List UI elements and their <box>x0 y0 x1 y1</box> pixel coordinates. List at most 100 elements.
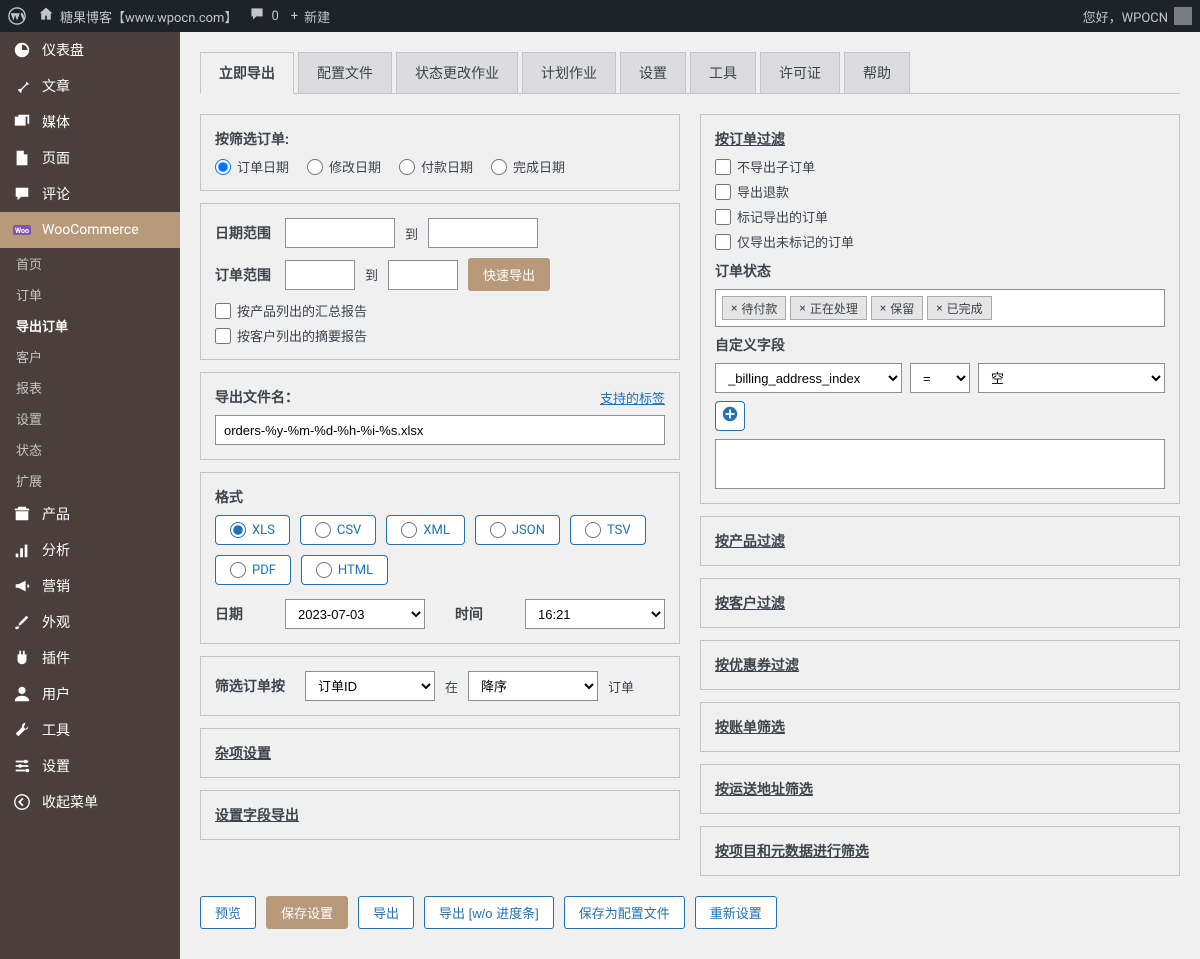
sidebar-item-marketing[interactable]: 营销 <box>0 568 180 604</box>
close-icon[interactable]: × <box>880 301 886 315</box>
time-select[interactable]: 16:21 <box>525 599 665 629</box>
order-from-input[interactable] <box>285 260 355 290</box>
date-from-input[interactable] <box>285 218 395 248</box>
comments-link[interactable]: 0 <box>249 6 278 26</box>
tag-completed[interactable]: ×已完成 <box>927 296 991 320</box>
sidebar-item-settings[interactable]: 设置 <box>0 748 180 784</box>
tab-export-now[interactable]: 立即导出 <box>200 52 294 94</box>
sort-dir-select[interactable]: 降序 <box>468 671 598 701</box>
sidebar-sub-status[interactable]: 状态 <box>0 434 180 465</box>
format-html[interactable]: HTML <box>301 555 388 585</box>
close-icon[interactable]: × <box>936 301 942 315</box>
order-to-input[interactable] <box>388 260 458 290</box>
check-mark-exported[interactable]: 标记导出的订单 <box>715 207 1165 226</box>
radio-modified-date[interactable]: 修改日期 <box>307 157 381 176</box>
panel-meta-filter[interactable]: 按项目和元数据进行筛选 <box>700 826 1180 876</box>
products-icon <box>12 504 32 524</box>
sidebar-item-appearance[interactable]: 外观 <box>0 604 180 640</box>
sidebar-sub-export-orders[interactable]: 导出订单 <box>0 310 180 341</box>
date-to-input[interactable] <box>428 218 538 248</box>
format-json[interactable]: JSON <box>475 515 560 545</box>
status-tags[interactable]: ×待付款 ×正在处理 ×保留 ×已完成 <box>715 289 1165 327</box>
preview-button[interactable]: 预览 <box>200 896 256 929</box>
custom-field-area[interactable] <box>715 439 1165 489</box>
panel-fields-export[interactable]: 设置字段导出 <box>200 790 680 840</box>
tab-help[interactable]: 帮助 <box>844 52 910 93</box>
tab-tools[interactable]: 工具 <box>690 52 756 93</box>
format-csv[interactable]: CSV <box>300 515 376 545</box>
cf-val-select[interactable]: 空 <box>978 363 1165 393</box>
close-icon[interactable]: × <box>799 301 805 315</box>
radio-paid-date[interactable]: 付款日期 <box>399 157 473 176</box>
new-content-link[interactable]: + 新建 <box>291 7 330 26</box>
sidebar-sub-customers[interactable]: 客户 <box>0 341 180 372</box>
tag-onhold[interactable]: ×保留 <box>871 296 923 320</box>
filename-input[interactable] <box>215 415 665 445</box>
check-summary-customer[interactable]: 按客户列出的摘要报告 <box>215 326 665 345</box>
site-home-link[interactable]: 糖果博客【www.wpocn.com】 <box>38 6 237 26</box>
panel-billing-filter[interactable]: 按账单筛选 <box>700 702 1180 752</box>
format-pdf[interactable]: PDF <box>215 555 291 585</box>
radio-order-date[interactable]: 订单日期 <box>215 157 289 176</box>
sidebar-item-media[interactable]: 媒体 <box>0 104 180 140</box>
plus-icon: + <box>291 9 298 24</box>
time-label: 时间 <box>455 604 515 624</box>
tag-processing[interactable]: ×正在处理 <box>790 296 866 320</box>
media-icon <box>12 112 32 132</box>
sidebar-collapse[interactable]: 收起菜单 <box>0 784 180 820</box>
sort-field-select[interactable]: 订单ID <box>305 671 435 701</box>
export-button[interactable]: 导出 <box>358 896 414 929</box>
sidebar-item-woocommerce[interactable]: WooWooCommerce <box>0 212 180 248</box>
check-refunds[interactable]: 导出退款 <box>715 182 1165 201</box>
save-settings-button[interactable]: 保存设置 <box>266 896 348 929</box>
check-summary-product[interactable]: 按产品列出的汇总报告 <box>215 301 665 320</box>
panel-shipping-filter[interactable]: 按运送地址筛选 <box>700 764 1180 814</box>
panel-customer-filter[interactable]: 按客户过滤 <box>700 578 1180 628</box>
sidebar-item-users[interactable]: 用户 <box>0 676 180 712</box>
format-xml[interactable]: XML <box>386 515 465 545</box>
format-xls[interactable]: XLS <box>215 515 290 545</box>
sidebar-item-comments[interactable]: 评论 <box>0 176 180 212</box>
sidebar-item-tools[interactable]: 工具 <box>0 712 180 748</box>
order-filter-title[interactable]: 按订单过滤 <box>715 129 1165 149</box>
supported-tags-link[interactable]: 支持的标签 <box>600 388 665 407</box>
fields-export-link[interactable]: 设置字段导出 <box>215 808 299 824</box>
reset-button[interactable]: 重新设置 <box>695 896 777 929</box>
tab-scheduled-jobs[interactable]: 计划作业 <box>522 52 616 93</box>
sidebar-sub-orders[interactable]: 订单 <box>0 279 180 310</box>
wp-logo-icon[interactable] <box>8 7 26 25</box>
misc-settings-link[interactable]: 杂项设置 <box>215 746 271 762</box>
radio-completed-date[interactable]: 完成日期 <box>491 157 565 176</box>
tab-license[interactable]: 许可证 <box>760 52 840 93</box>
sidebar-sub-reports[interactable]: 报表 <box>0 372 180 403</box>
user-greeting[interactable]: 您好，WPOCN <box>1083 7 1192 26</box>
panel-coupon-filter[interactable]: 按优惠券过滤 <box>700 640 1180 690</box>
sidebar-item-dashboard[interactable]: 仪表盘 <box>0 32 180 68</box>
cf-op-select[interactable]: = <box>910 363 970 393</box>
sidebar-sub-settings[interactable]: 设置 <box>0 403 180 434</box>
cf-field-select[interactable]: _billing_address_index <box>715 363 902 393</box>
sidebar-item-posts[interactable]: 文章 <box>0 68 180 104</box>
export-noprogress-button[interactable]: 导出 [w/o 进度条] <box>424 896 554 929</box>
tab-status-jobs[interactable]: 状态更改作业 <box>396 52 518 93</box>
date-select[interactable]: 2023-07-03 <box>285 599 425 629</box>
close-icon[interactable]: × <box>731 301 737 315</box>
tag-pending[interactable]: ×待付款 <box>722 296 786 320</box>
sidebar-item-products[interactable]: 产品 <box>0 496 180 532</box>
format-tsv[interactable]: TSV <box>570 515 646 545</box>
add-custom-field-button[interactable] <box>715 401 745 431</box>
quick-export-button[interactable]: 快速导出 <box>468 258 550 291</box>
sidebar-item-analytics[interactable]: 分析 <box>0 532 180 568</box>
sidebar-item-plugins[interactable]: 插件 <box>0 640 180 676</box>
panel-misc[interactable]: 杂项设置 <box>200 728 680 778</box>
check-only-unmarked[interactable]: 仅导出未标记的订单 <box>715 232 1165 251</box>
wrench-icon <box>12 720 32 740</box>
tab-settings[interactable]: 设置 <box>620 52 686 93</box>
tab-profiles[interactable]: 配置文件 <box>298 52 392 93</box>
sidebar-item-pages[interactable]: 页面 <box>0 140 180 176</box>
check-no-child[interactable]: 不导出子订单 <box>715 157 1165 176</box>
panel-product-filter[interactable]: 按产品过滤 <box>700 516 1180 566</box>
sidebar-sub-home[interactable]: 首页 <box>0 248 180 279</box>
save-profile-button[interactable]: 保存为配置文件 <box>564 896 685 929</box>
sidebar-sub-extensions[interactable]: 扩展 <box>0 465 180 496</box>
